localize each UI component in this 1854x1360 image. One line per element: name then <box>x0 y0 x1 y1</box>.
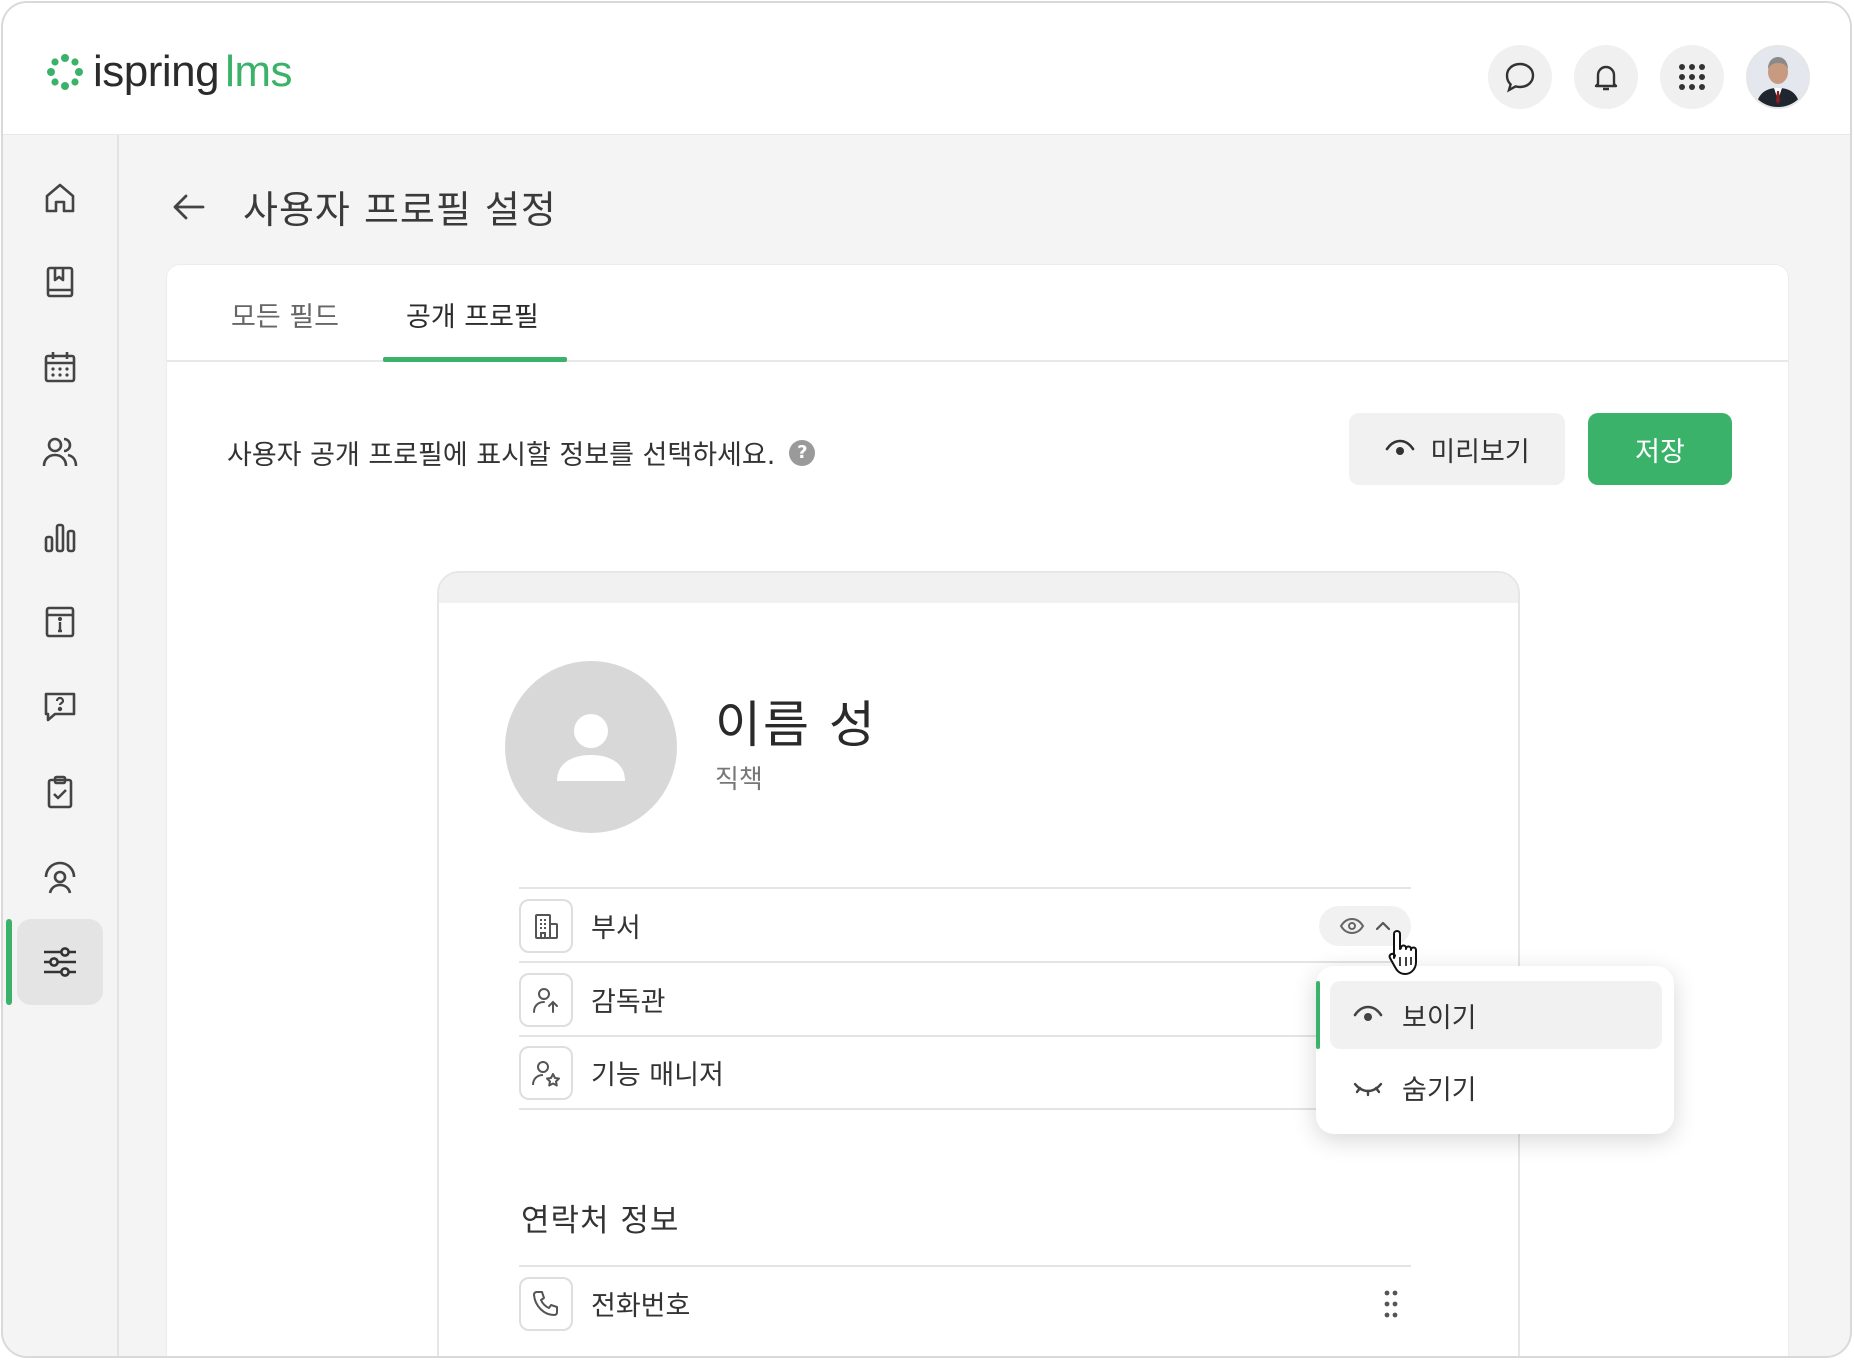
back-button[interactable] <box>169 187 209 227</box>
sidebar-item-courses[interactable] <box>17 239 103 325</box>
user-up-icon <box>533 987 558 1013</box>
field-row-functional-manager[interactable]: 기능 매니저 <box>519 1035 1411 1110</box>
field-label: 기능 매니저 <box>591 1060 724 1091</box>
field-icon-box <box>519 1276 573 1331</box>
user-photo <box>1748 47 1808 107</box>
notifications-button[interactable] <box>1574 45 1638 109</box>
sidebar <box>3 135 119 1356</box>
profile-name: 이름 성 <box>715 696 877 754</box>
eye-icon <box>1339 917 1365 935</box>
sidebar-active-indicator <box>6 919 12 1005</box>
bell-icon <box>1594 65 1618 91</box>
menu-item-label: 보이기 <box>1402 1002 1477 1034</box>
field-icon-box <box>519 972 573 1027</box>
book-icon <box>46 266 74 298</box>
field-row-phone[interactable]: 전화번호 <box>519 1265 1411 1340</box>
users-icon <box>42 437 78 467</box>
user-avatar[interactable] <box>1746 45 1810 109</box>
sidebar-item-settings[interactable] <box>17 919 103 1005</box>
preview-button-label: 미리보기 <box>1430 436 1530 468</box>
drag-handle-icon[interactable] <box>1383 1289 1399 1319</box>
profile-avatar <box>505 661 677 833</box>
settings-card: 모든 필드 공개 프로필 사용자 공개 프로필에 표시할 정보를 선택하세요. … <box>166 264 1789 1356</box>
logo[interactable]: ispring lms <box>45 47 293 97</box>
top-actions <box>1488 45 1810 109</box>
sidebar-item-help[interactable] <box>17 664 103 750</box>
chat-icon <box>1505 62 1535 93</box>
info-box-icon <box>45 606 75 638</box>
field-row-department[interactable]: 부서 <box>519 887 1411 962</box>
sidebar-item-calendar[interactable] <box>17 324 103 410</box>
user-star-icon <box>532 1060 560 1086</box>
instruction: 사용자 공개 프로필에 표시할 정보를 선택하세요. ? <box>227 433 816 472</box>
user-gauge-icon <box>44 861 76 894</box>
visibility-menu: 보이기 숨기기 <box>1316 966 1674 1134</box>
sidebar-item-reports[interactable] <box>17 494 103 580</box>
instruction-text: 사용자 공개 프로필에 표시할 정보를 선택하세요. <box>227 440 776 471</box>
field-icon-box <box>519 1045 573 1100</box>
page-title: 사용자 프로필 설정 <box>243 188 557 232</box>
help-icon[interactable]: ? <box>789 439 816 466</box>
profile-role: 직책 <box>715 765 763 795</box>
sidebar-item-users[interactable] <box>17 409 103 495</box>
menu-item-hide[interactable]: 숨기기 <box>1330 1053 1662 1121</box>
sidebar-item-info[interactable] <box>17 579 103 665</box>
ispring-logo-icon <box>47 54 83 90</box>
eye-icon <box>1353 1005 1383 1021</box>
profile-preview: 이름 성 직책 부서 감독관 기능 매니저 연락처 정보 전화번호 <box>437 571 1520 1356</box>
apps-grid-icon <box>1679 64 1705 90</box>
question-chat-icon <box>44 692 76 722</box>
calendar-icon <box>44 352 76 383</box>
building-icon <box>535 913 558 939</box>
save-button[interactable]: 저장 <box>1588 413 1732 485</box>
active-tab-indicator <box>383 357 567 362</box>
menu-accent-bar <box>1316 981 1320 1049</box>
sidebar-item-assignments[interactable] <box>17 749 103 835</box>
tab-bar: 모든 필드 공개 프로필 <box>167 265 1788 362</box>
eye-icon <box>1386 439 1415 455</box>
bar-chart-icon <box>44 523 76 553</box>
field-icon-box <box>519 898 573 953</box>
clipboard-check-icon <box>47 775 73 809</box>
logo-text-ispring: ispring <box>93 47 220 96</box>
chat-button[interactable] <box>1488 45 1552 109</box>
field-label: 부서 <box>591 913 641 944</box>
menu-item-label: 숨기기 <box>1402 1074 1477 1106</box>
contact-section-title: 연락처 정보 <box>521 1203 680 1239</box>
field-row-supervisor[interactable]: 감독관 <box>519 961 1411 1036</box>
sidebar-item-performance[interactable] <box>17 834 103 920</box>
app-window: ispring lms 사용자 프로필 설정 모든 필드 공개 프로필 사용자 … <box>1 1 1852 1358</box>
preview-button[interactable]: 미리보기 <box>1349 413 1565 485</box>
preview-header-strip <box>439 573 1518 603</box>
field-label: 감독관 <box>591 987 666 1018</box>
arrow-left-icon <box>173 194 205 219</box>
hand-cursor-icon <box>1388 930 1417 975</box>
sidebar-item-home[interactable] <box>17 155 103 241</box>
user-placeholder-icon <box>557 714 625 781</box>
page-header: 사용자 프로필 설정 <box>169 179 557 234</box>
field-label: 전화번호 <box>591 1291 691 1322</box>
tab-public-profile[interactable]: 공개 프로필 <box>406 295 539 334</box>
menu-item-show[interactable]: 보이기 <box>1330 981 1662 1049</box>
top-bar: ispring lms <box>3 3 1850 135</box>
logo-text-lms: lms <box>225 47 293 96</box>
apps-button[interactable] <box>1660 45 1724 109</box>
home-icon <box>45 183 75 213</box>
phone-icon <box>533 1290 558 1316</box>
eye-closed-icon <box>1353 1082 1383 1097</box>
sliders-icon <box>44 947 76 977</box>
tab-all-fields[interactable]: 모든 필드 <box>231 295 339 334</box>
